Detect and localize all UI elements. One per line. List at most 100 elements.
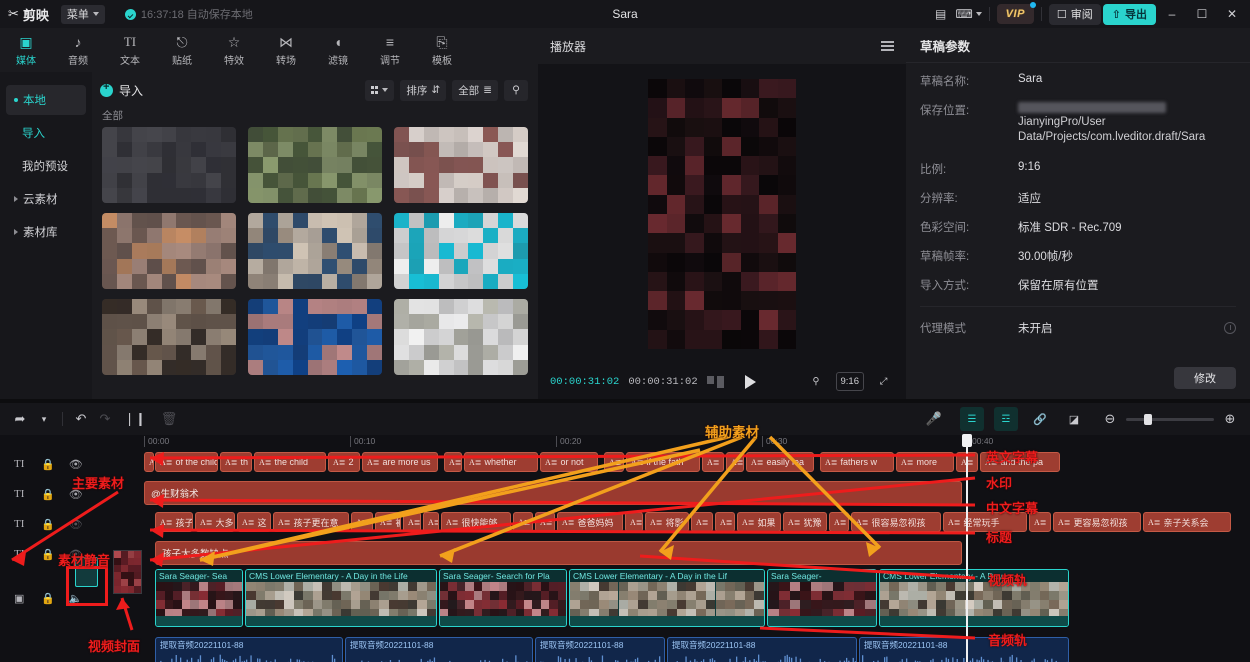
text-clip[interactable]: A≣the child [254,452,326,472]
video-clip[interactable]: Sara Seager- Search for Pla [439,569,567,627]
tab-template[interactable]: ⎘ 模板 [416,28,468,72]
text-clip[interactable]: A≣ [702,452,724,472]
text-clip[interactable]: A≣爸爸妈妈 [557,512,623,532]
delete-icon[interactable]: 🗑 [157,407,181,431]
sort-button[interactable]: 排序 ⇵ [400,80,446,101]
text-clip[interactable]: A≣亲子关系会 [1143,512,1231,532]
lock-icon[interactable]: 🔒 [41,488,55,501]
text-clip[interactable]: A≣孩子更在意 [273,512,349,532]
media-thumb[interactable] [248,213,382,289]
review-button[interactable]: ☐ 审阅 [1049,4,1101,25]
mic-icon[interactable]: 🎤 [922,407,946,431]
minimize-icon[interactable]: – [1158,0,1186,28]
text-clip-wide[interactable]: 孩子大多数缺点 [155,541,962,565]
text-clip[interactable]: A≣are more us [362,452,438,472]
video-cover-thumbnail[interactable] [113,550,142,594]
hamburger-icon[interactable] [881,41,894,51]
eye-icon[interactable]: 👁 [69,518,83,531]
mirror-icon[interactable]: ◪ [1062,407,1086,431]
text-clip[interactable]: A≣or not [540,452,598,472]
text-clip[interactable]: A≣ [715,512,735,532]
snapshot-icon[interactable]: ⚲ [806,372,827,391]
sidebar-item-local[interactable]: 本地 [6,85,86,115]
video-clip[interactable]: CMS Lower Elementary - A Day [879,569,1069,627]
media-thumb[interactable] [248,299,382,375]
tab-transition[interactable]: ⋈ 转场 [260,28,312,72]
text-clip-wide[interactable]: @生财翁术 [144,481,962,505]
chevron-down-icon[interactable]: ▾ [32,407,56,431]
sidebar-item-import[interactable]: 导入 [6,118,86,148]
redo-icon[interactable]: ↷ [93,407,117,431]
text-clip[interactable]: A≣很容易忽视孩 [851,512,941,532]
tab-effects[interactable]: ☆ 特效 [208,28,260,72]
play-icon[interactable] [745,375,756,389]
link-icon[interactable]: 🔗 [1028,407,1052,431]
filter-button[interactable]: 全部 ≣ [452,80,498,101]
audio-clip[interactable]: 提取音频20221101-88 [667,637,857,662]
audio-clip[interactable]: 提取音频20221101-88 [155,637,343,662]
sidebar-item-material-library[interactable]: 素材库 [6,217,86,247]
text-clip[interactable]: A≣more [896,452,954,472]
export-button[interactable]: ⇧ 导出 [1103,4,1156,25]
video-clip[interactable]: CMS Lower Elementary - A Day in the Life [245,569,437,627]
text-clip[interactable]: A≣犹豫 [783,512,827,532]
tab-text[interactable]: TI 文本 [104,28,156,72]
text-clip[interactable]: A≣ [829,512,849,532]
text-clip[interactable]: A≣ [144,452,154,472]
modify-button[interactable]: 修改 [1174,367,1236,389]
help-icon[interactable] [1224,322,1236,334]
media-thumb[interactable] [248,127,382,203]
video-clip[interactable]: CMS Lower Elementary - A Day in the Lif [569,569,765,627]
text-clip[interactable]: A≣ [604,452,624,472]
track-audio[interactable]: 提取音频20221101-88提取音频20221101-88提取音频202211… [144,637,1250,662]
select-arrow-icon[interactable]: ➦ [8,407,32,431]
search-button[interactable]: ⚲ [504,80,528,101]
sidebar-item-my-presets[interactable]: 我的预设 [6,151,86,181]
playhead[interactable] [966,435,968,662]
tab-sticker[interactable]: ⎋ 贴纸 [156,28,208,72]
auto-caption-icon[interactable]: ☰ [960,407,984,431]
text-clip[interactable]: A≣of the child [155,452,218,472]
vip-button[interactable]: VIP [997,4,1034,24]
text-clip[interactable]: A≣whether [464,452,538,472]
track-header-cn-subtitle[interactable]: TI 🔒 👁 [0,509,144,539]
text-clip[interactable]: A≣将影 [645,512,689,532]
audio-clip[interactable]: 提取音频20221101-88 [345,637,533,662]
track-watermark[interactable]: @生财翁术 [144,479,1250,509]
tab-media[interactable]: ▣ 媒体 [0,28,52,72]
text-clip[interactable]: A≣ [513,512,533,532]
zoom-slider-knob[interactable] [1144,414,1152,425]
timeline-ruler[interactable]: 00:0000:1000:2000:3000:40 [144,435,1250,449]
text-clip[interactable]: A≣if the fath [626,452,700,472]
video-clip[interactable]: Sara Seager- [767,569,877,627]
text-clip[interactable]: A≣大多 [195,512,235,532]
lock-icon[interactable]: 🔒 [41,518,55,531]
text-clip[interactable]: A≣如果 [737,512,781,532]
mixer-icon[interactable] [707,376,724,388]
zoom-in-icon[interactable]: ⊕ [1218,407,1242,431]
text-clip[interactable]: A≣easily lea [746,452,814,472]
text-clip[interactable]: A≣这 [423,512,439,532]
text-clip[interactable]: A≣ [403,512,421,532]
text-clip[interactable]: A≣ [726,452,744,472]
text-clip[interactable]: A≣fathers w [820,452,894,472]
captions-icon[interactable]: ▤ [928,3,954,25]
track-title[interactable]: 孩子大多数缺点 [144,539,1250,569]
text-clip[interactable]: A≣th [220,452,252,472]
media-thumb[interactable] [394,299,528,375]
menu-button[interactable]: 菜单 [61,5,105,24]
text-clip[interactable]: A≣ [535,512,555,532]
zoom-out-icon[interactable]: ⊖ [1098,407,1122,431]
media-thumb[interactable] [394,213,528,289]
keyframe-icon[interactable]: ☲ [994,407,1018,431]
media-thumb[interactable] [102,299,236,375]
sidebar-item-cloud-material[interactable]: 云素材 [6,184,86,214]
close-icon[interactable]: ✕ [1218,0,1246,28]
media-thumb[interactable] [102,127,236,203]
tab-adjust[interactable]: ≡ 调节 [364,28,416,72]
playhead-handle[interactable] [962,434,972,447]
aspect-ratio-button[interactable]: 9:16 [836,372,865,391]
track-video[interactable]: Sara Seager- SeaCMS Lower Elementary - A… [144,569,1250,627]
text-clip[interactable]: A≣ [444,452,462,472]
view-mode-button[interactable] [365,80,395,101]
